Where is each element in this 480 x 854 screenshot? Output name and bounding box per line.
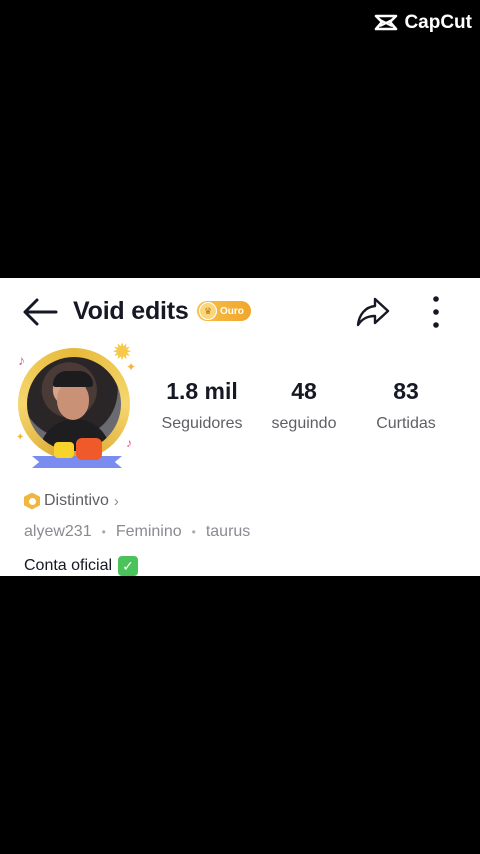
gold-badge[interactable]: ♛ Ouro <box>197 301 251 321</box>
music-note-icon: ♪ <box>18 352 25 368</box>
music-note-icon: ♪ <box>126 436 132 450</box>
likes-count: 83 <box>393 378 419 404</box>
ribbon-decoration <box>54 438 102 460</box>
play-icon <box>54 442 74 458</box>
profile-stats: 1.8 mil Seguidores 48 seguindo 83 Curtid… <box>150 378 460 442</box>
sparkle-icon: ✦ <box>126 360 137 374</box>
avatar[interactable]: ♪ ✹ ✦ ✦ ♪ <box>14 339 144 474</box>
camera-icon <box>76 438 102 460</box>
check-mark-button-icon: ✓ <box>118 556 139 576</box>
distintivo-label: Distintivo <box>44 492 109 509</box>
following-count: 48 <box>291 378 317 404</box>
zodiac-sign: taurus <box>205 523 251 540</box>
watermark-text: CapCut <box>404 12 472 33</box>
separator-dot: • <box>191 525 196 539</box>
followers-label: Seguidores <box>161 415 243 432</box>
profile-title: Void edits <box>73 297 189 325</box>
badge-label: Ouro <box>220 305 244 317</box>
likes-stat[interactable]: 83 Curtidas <box>362 378 450 433</box>
following-stat[interactable]: 48 seguindo <box>260 378 348 433</box>
more-vertical-icon[interactable] <box>426 295 446 329</box>
share-icon[interactable] <box>355 295 391 329</box>
medal-icon: ♛ <box>199 302 217 320</box>
gender: Feminino <box>115 523 182 540</box>
followers-stat[interactable]: 1.8 mil Seguidores <box>150 378 254 433</box>
followers-count: 1.8 mil <box>166 378 238 404</box>
profile-meta: alyew231 • Feminino • taurus <box>24 523 250 541</box>
badge-hex-icon <box>24 492 40 510</box>
avatar-photo <box>27 357 121 451</box>
profile-bio: Conta oficial ✓ <box>24 556 139 576</box>
capcut-logo-icon <box>375 14 398 31</box>
following-label: seguindo <box>271 415 337 432</box>
likes-label: Curtidas <box>376 415 436 432</box>
capcut-watermark: CapCut <box>374 12 472 34</box>
arrow-left-icon[interactable] <box>20 294 60 330</box>
profile-panel: Void edits ♛ Ouro ♪ ✹ ✦ ✦ ♪ 1.8 mil Segu… <box>0 278 480 576</box>
distintivo-link[interactable]: Distintivo › <box>24 492 119 510</box>
chevron-right-icon: › <box>113 492 119 510</box>
separator-dot: • <box>101 525 106 539</box>
bio-text: Conta oficial <box>24 557 113 574</box>
sparkle-icon: ✦ <box>16 432 25 443</box>
profile-header: Void edits ♛ Ouro <box>0 278 480 346</box>
username: alyew231 <box>24 523 92 540</box>
